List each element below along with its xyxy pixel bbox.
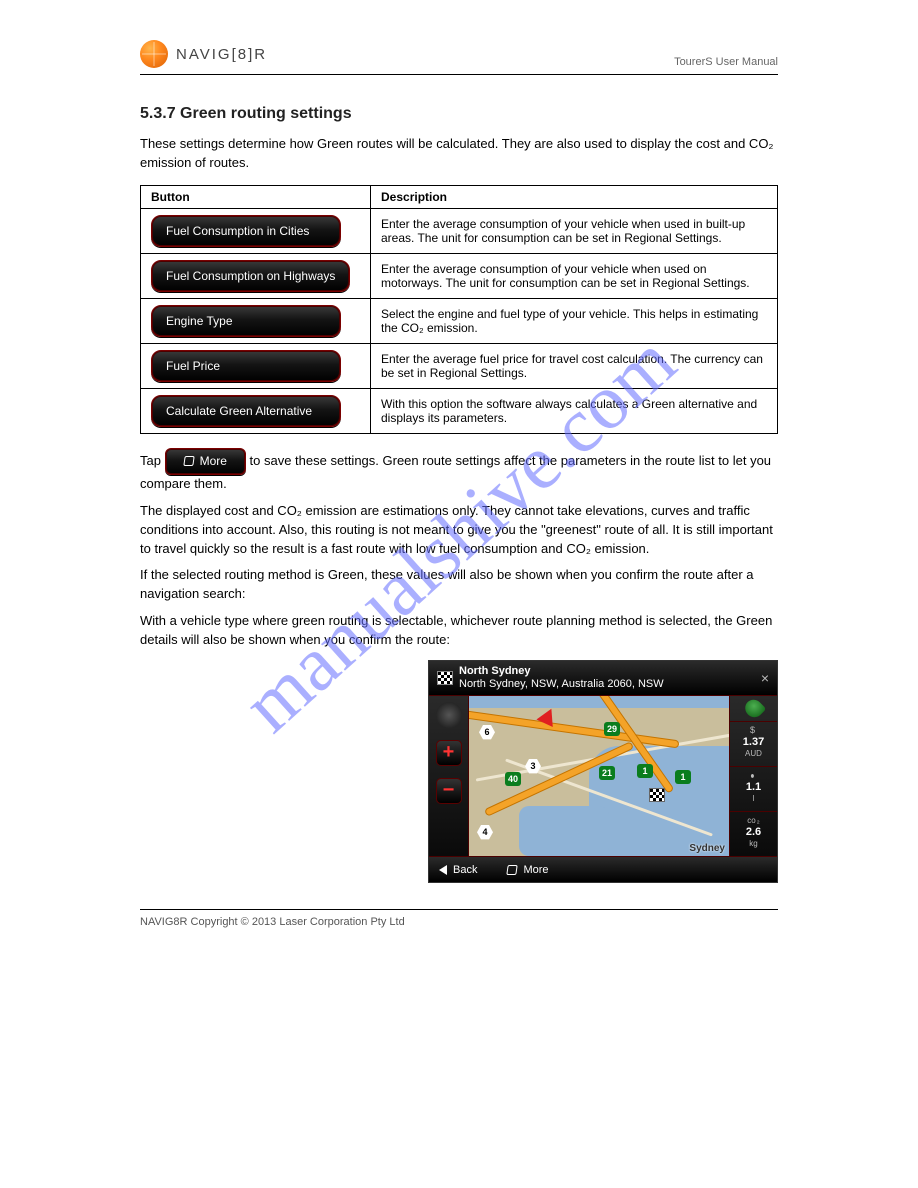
compass-icon[interactable] [436,702,462,728]
more-icon [507,865,518,875]
stat-co2: 2.6 [730,826,777,838]
route-shield-icon: 6 [479,724,495,740]
stat-fuel: 1.1 [730,781,777,793]
more-button-footer[interactable]: More [507,864,548,876]
route-shield-icon: 29 [604,722,620,736]
settings-table: Button Description Fuel Consumption in C… [140,185,778,434]
dest-subtitle: North Sydney, NSW, Australia 2060, NSW [459,678,664,690]
back-arrow-icon [439,865,447,875]
route-shield-icon: 1 [637,764,653,778]
th-button: Button [141,185,371,208]
checkered-flag-icon [437,671,453,685]
route-shield-icon: 1 [675,770,691,784]
engine-type-desc: Select the engine and fuel type of your … [371,298,778,343]
green-alt-button[interactable]: Calculate Green Alternative [151,395,341,427]
page-footer: NAVIG8R Copyright © 2013 Laser Corporati… [140,909,778,928]
city-label: Sydney [689,843,725,854]
route-shield-icon: 21 [599,766,615,780]
device-header: North Sydney North Sydney, NSW, Australi… [429,661,777,696]
fuel-price-button[interactable]: Fuel Price [151,350,341,382]
route-shield-icon: 40 [505,772,521,786]
map-view[interactable]: 6 3 40 29 21 1 1 4 Sydney [469,696,729,856]
green-para-2: With a vehicle type where green routing … [140,612,778,650]
leaf-icon [741,696,766,721]
stat-fuel-unit: l [753,794,755,803]
fuel-highway-desc: Enter the average consumption of your ve… [371,253,778,298]
dest-title: North Sydney [459,665,664,678]
th-description: Description [371,185,778,208]
section-title: 5.3.7 Green routing settings [140,105,778,123]
more-line: Tap More to save these settings. Green r… [140,448,778,494]
green-para-1: If the selected routing method is Green,… [140,566,778,604]
close-icon[interactable]: × [761,670,769,686]
logo-icon [140,40,168,68]
fuel-price-desc: Enter the average fuel price for travel … [371,343,778,388]
fuel-city-button[interactable]: Fuel Consumption in Cities [151,215,341,247]
stat-co2-unit: kg [749,839,757,848]
destination-flag-icon [649,788,665,802]
zoom-out-button[interactable]: − [436,778,462,804]
fuel-highway-button[interactable]: Fuel Consumption on Highways [151,260,350,292]
stat-price: 1.37 [730,736,777,748]
more-button[interactable]: More [165,448,246,475]
stat-price-unit: AUD [745,749,762,758]
engine-type-button[interactable]: Engine Type [151,305,341,337]
device-screenshot: North Sydney North Sydney, NSW, Australi… [428,660,778,883]
fuel-city-desc: Enter the average consumption of your ve… [371,208,778,253]
zoom-in-button[interactable]: + [436,740,462,766]
eco-panel: 1.37AUD 1.1l 2.6kg [729,696,777,856]
route-shield-icon: 4 [477,824,493,840]
back-button[interactable]: Back [439,864,477,876]
cost-disclaimer: The displayed cost and CO₂ emission are … [140,502,778,559]
intro-paragraph: These settings determine how Green route… [140,135,778,173]
green-alt-desc: With this option the software always cal… [371,388,778,433]
logo-text: NAVIG[8]R [176,46,267,63]
